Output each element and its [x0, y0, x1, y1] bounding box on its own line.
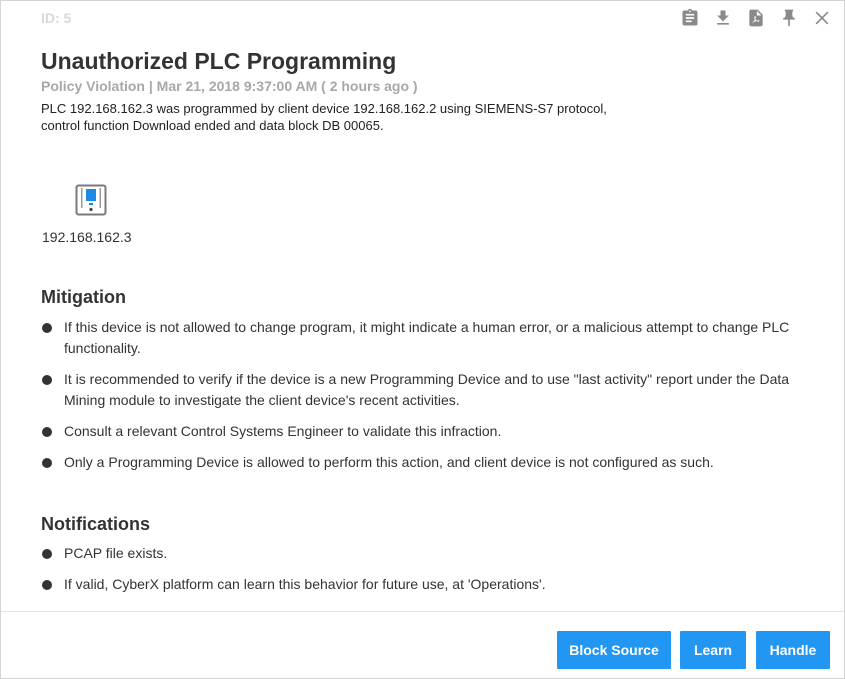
- alert-dialog: ID: 5 Unauthorized PLC Programming Polic…: [0, 0, 845, 679]
- alert-toolbar: [673, 7, 838, 29]
- learn-button[interactable]: Learn: [680, 631, 746, 669]
- download-icon[interactable]: [706, 7, 739, 29]
- plc-device-icon: [75, 184, 107, 216]
- list-item: Only a Programming Device is allowed to …: [41, 452, 801, 473]
- block-source-button[interactable]: Block Source: [557, 631, 671, 669]
- alert-description: PLC 192.168.162.3 was programmed by clie…: [41, 101, 607, 133]
- list-item: It is recommended to verify if the devic…: [41, 369, 801, 411]
- mitigation-heading: Mitigation: [41, 287, 126, 307]
- pdf-icon[interactable]: [739, 7, 772, 29]
- handle-button[interactable]: Handle: [756, 631, 830, 669]
- list-item: PCAP file exists.: [41, 543, 801, 564]
- notifications-list: PCAP file exists. If valid, CyberX platf…: [41, 543, 801, 605]
- close-icon[interactable]: [805, 7, 838, 29]
- pin-icon[interactable]: [772, 7, 805, 29]
- alert-subtitle: Policy Violation | Mar 21, 2018 9:37:00 …: [41, 78, 418, 94]
- list-item: Consult a relevant Control Systems Engin…: [41, 421, 801, 442]
- device-label: 192.168.162.3: [42, 229, 132, 245]
- action-footer: Block Source Learn Handle: [1, 611, 844, 678]
- alert-title: Unauthorized PLC Programming: [41, 48, 397, 74]
- notifications-heading: Notifications: [41, 514, 151, 534]
- alert-id: ID: 5: [41, 10, 72, 26]
- list-item: If valid, CyberX platform can learn this…: [41, 574, 801, 595]
- mitigation-list: If this device is not allowed to change …: [41, 317, 801, 483]
- list-item: If this device is not allowed to change …: [41, 317, 801, 359]
- clipboard-icon[interactable]: [673, 7, 706, 29]
